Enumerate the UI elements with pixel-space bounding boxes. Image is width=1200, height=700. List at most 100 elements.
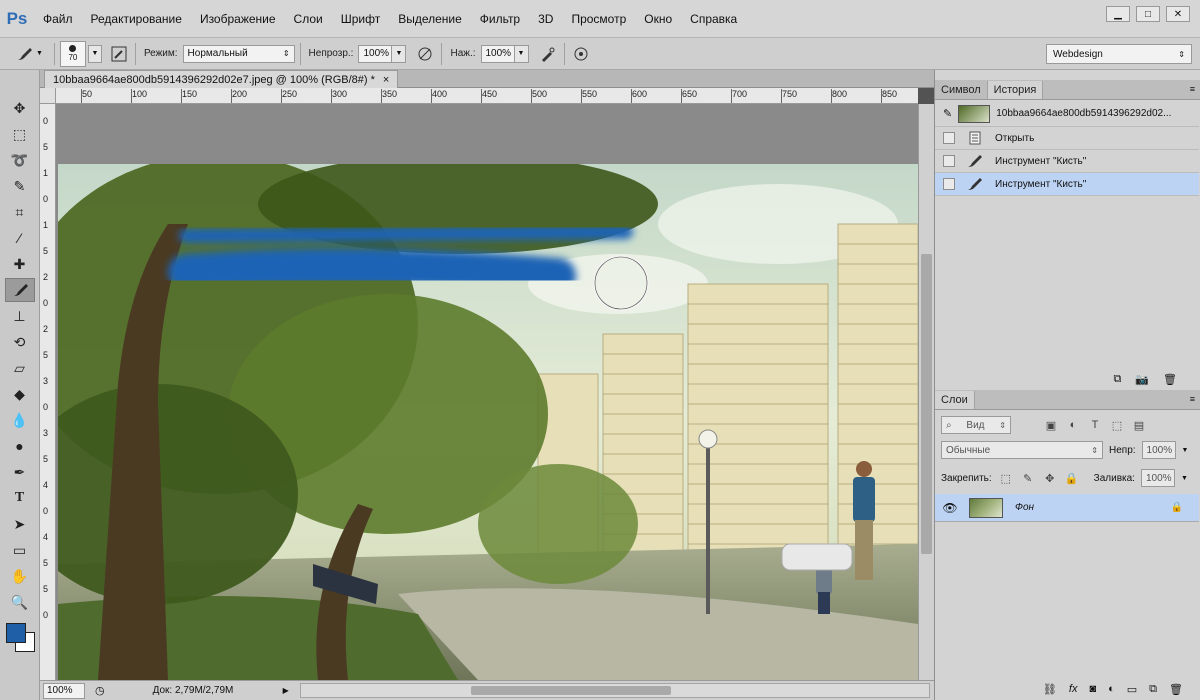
visibility-eye-icon[interactable]: 👁 xyxy=(935,501,965,515)
move-tool-icon[interactable]: ✥ xyxy=(5,96,35,120)
type-tool-icon[interactable]: T xyxy=(5,486,35,510)
trash-icon[interactable]: 🗑 xyxy=(1163,373,1177,386)
lock-all-icon[interactable]: 🔒 xyxy=(1064,472,1080,485)
snapshot-camera-icon[interactable]: 📷 xyxy=(1135,373,1149,386)
new-document-from-state-icon[interactable]: ⧉ xyxy=(1113,373,1121,386)
brush-tool-preset-icon[interactable] xyxy=(14,43,36,65)
scrollbar-thumb[interactable] xyxy=(921,254,932,554)
smart-object-filter-icon[interactable]: ▤ xyxy=(1131,419,1147,432)
menu-filter[interactable]: Фильтр xyxy=(471,12,529,26)
pressure-size-icon[interactable] xyxy=(570,43,592,65)
panel-menu-icon[interactable]: ≡ xyxy=(1190,84,1195,94)
timing-icon[interactable]: ◷ xyxy=(95,684,105,697)
zoom-input[interactable]: 100% xyxy=(43,682,85,699)
canvas-area[interactable] xyxy=(56,104,918,680)
clone-stamp-tool-icon[interactable]: ⊥ xyxy=(5,304,35,328)
maximize-button[interactable]: □ xyxy=(1136,6,1160,22)
opacity-dropdown[interactable]: ▼ xyxy=(392,44,407,63)
layer-opacity-input[interactable]: 100% xyxy=(1141,441,1176,459)
lock-transparency-icon[interactable]: ⬚ xyxy=(998,472,1014,485)
tab-character[interactable]: Символ xyxy=(935,81,988,99)
history-item[interactable]: Инструмент "Кисть" xyxy=(935,150,1199,173)
hand-tool-icon[interactable]: ✋ xyxy=(5,564,35,588)
menu-select[interactable]: Выделение xyxy=(389,12,471,26)
canvas-horizontal-scrollbar[interactable] xyxy=(300,683,930,698)
adjustment-layer-icon[interactable]: ◐ xyxy=(1108,683,1115,695)
flow-input[interactable]: 100% xyxy=(480,44,515,63)
history-state-checkbox[interactable] xyxy=(943,178,955,190)
menu-file[interactable]: Файл xyxy=(34,12,82,26)
lock-position-icon[interactable]: ✥ xyxy=(1042,472,1058,485)
paint-bucket-tool-icon[interactable]: ◆ xyxy=(5,382,35,406)
blend-mode-select[interactable]: Нормальный ⇕ xyxy=(182,44,295,63)
layer-style-icon[interactable]: fx xyxy=(1069,683,1078,695)
status-menu-arrow-icon[interactable]: ▶ xyxy=(283,686,289,695)
pixel-filter-icon[interactable]: ▣ xyxy=(1043,419,1059,432)
marquee-tool-icon[interactable]: ⬚ xyxy=(5,122,35,146)
quick-selection-tool-icon[interactable]: ✎ xyxy=(5,174,35,198)
workspace-select[interactable]: Webdesign ⇕ xyxy=(1046,44,1192,64)
menu-window[interactable]: Окно xyxy=(635,12,681,26)
document-image[interactable] xyxy=(58,164,918,680)
menu-layers[interactable]: Слои xyxy=(285,12,332,26)
pressure-opacity-icon[interactable] xyxy=(414,43,436,65)
panel-menu-icon[interactable]: ≡ xyxy=(1190,394,1195,404)
minimize-button[interactable]: ▁ xyxy=(1106,6,1130,22)
link-layers-icon[interactable]: ⛓ xyxy=(1043,683,1057,696)
preset-dropdown-icon[interactable]: ▼ xyxy=(36,50,43,57)
zoom-tool-icon[interactable]: 🔍 xyxy=(5,590,35,614)
eraser-tool-icon[interactable]: ▱ xyxy=(5,356,35,380)
pen-tool-icon[interactable]: ✒ xyxy=(5,460,35,484)
airbrush-icon[interactable] xyxy=(537,43,559,65)
canvas-vertical-scrollbar[interactable] xyxy=(918,104,934,680)
ruler-origin[interactable] xyxy=(40,88,56,104)
lock-pixels-icon[interactable]: ✎ xyxy=(1020,472,1036,485)
eyedropper-tool-icon[interactable]: ⁄ xyxy=(5,226,35,250)
menu-edit[interactable]: Редактирование xyxy=(82,12,191,26)
blur-tool-icon[interactable]: 💧 xyxy=(5,408,35,432)
close-window-button[interactable]: ✕ xyxy=(1166,6,1190,22)
opacity-input[interactable]: 100% xyxy=(358,44,393,63)
layer-mask-icon[interactable]: ◙ xyxy=(1089,683,1096,695)
adjustment-filter-icon[interactable]: ◐ xyxy=(1065,419,1081,431)
tab-history[interactable]: История xyxy=(987,81,1044,99)
type-filter-icon[interactable]: T xyxy=(1087,419,1103,431)
flow-dropdown[interactable]: ▼ xyxy=(514,44,529,63)
history-brush-tool-icon[interactable]: ⟲ xyxy=(5,330,35,354)
brush-size-dropdown[interactable]: ▼ xyxy=(87,44,102,63)
menu-help[interactable]: Справка xyxy=(681,12,746,26)
menu-type[interactable]: Шрифт xyxy=(332,12,389,26)
layer-row-background[interactable]: 👁 Фон 🔒 xyxy=(935,494,1199,522)
trash-icon[interactable]: 🗑 xyxy=(1169,683,1183,696)
close-tab-icon[interactable]: × xyxy=(383,74,389,86)
dodge-tool-icon[interactable]: ● xyxy=(5,434,35,458)
history-state-checkbox[interactable] xyxy=(943,155,955,167)
history-snapshot[interactable]: ✎ 10bbaa9664ae800db5914396292d02... xyxy=(935,101,1199,127)
opacity-dropdown-icon[interactable]: ▼ xyxy=(1182,447,1189,454)
layer-blend-mode-select[interactable]: Обычные ⇕ xyxy=(941,441,1103,459)
path-selection-tool-icon[interactable]: ➤ xyxy=(5,512,35,536)
fill-input[interactable]: 100% xyxy=(1140,469,1175,487)
crop-tool-icon[interactable]: ⌗ xyxy=(5,200,35,224)
foreground-color-swatch[interactable] xyxy=(5,623,26,643)
menu-view[interactable]: Просмотр xyxy=(562,12,635,26)
new-group-icon[interactable]: ▭ xyxy=(1127,683,1137,696)
brush-panel-toggle-icon[interactable] xyxy=(108,43,130,65)
shape-filter-icon[interactable]: ⬚ xyxy=(1109,419,1125,432)
lasso-tool-icon[interactable]: ➰ xyxy=(5,148,35,172)
healing-brush-tool-icon[interactable]: ✚ xyxy=(5,252,35,276)
fill-dropdown-icon[interactable]: ▼ xyxy=(1181,475,1188,482)
history-item[interactable]: Открыть xyxy=(935,127,1199,150)
menu-3d[interactable]: 3D xyxy=(529,12,562,26)
document-tab[interactable]: 10bbaa9664ae800db5914396292d02e7.jpeg @ … xyxy=(44,70,399,88)
scrollbar-thumb[interactable] xyxy=(471,686,671,695)
shape-tool-icon[interactable]: ▭ xyxy=(5,538,35,562)
history-item-selected[interactable]: Инструмент "Кисть" xyxy=(935,173,1199,196)
new-layer-icon[interactable]: ⧉ xyxy=(1149,683,1157,696)
layer-filter-select[interactable]: ⌕ Вид ⇕ xyxy=(941,416,1011,434)
brush-tool-icon[interactable] xyxy=(4,278,35,302)
brush-size-picker[interactable]: 70 xyxy=(59,40,86,67)
ruler-horizontal[interactable]: 50 100 150 200 250 300 350 400 450 500 550 600 650 70… xyxy=(56,88,918,104)
tab-layers[interactable]: Слои xyxy=(935,391,975,409)
ruler-vertical[interactable]: 05101520253035404550 xyxy=(40,104,56,680)
